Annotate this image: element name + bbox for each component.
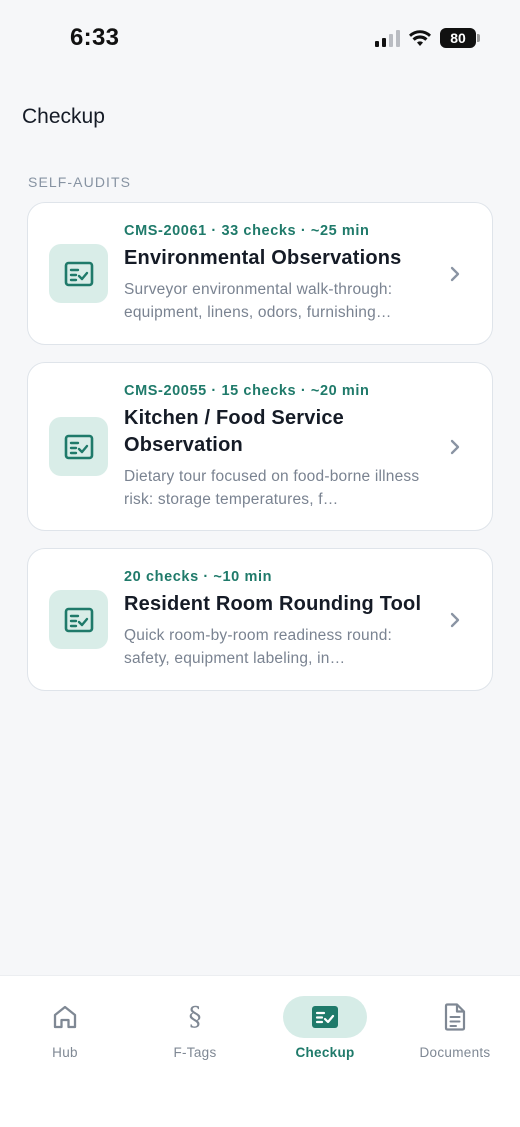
chevron-right-icon	[450, 266, 460, 281]
audit-card-resident-room[interactable]: 20 checks · ~10 min Resident Room Roundi…	[27, 548, 493, 691]
section-sign-icon: §	[188, 1002, 202, 1032]
status-icons: 80	[375, 28, 480, 48]
document-icon	[444, 1003, 466, 1031]
bottom-nav: Hub § F-Tags Checkup Documents	[0, 975, 520, 1127]
status-bar: 6:33 80	[0, 0, 520, 80]
wifi-icon	[409, 30, 431, 46]
audit-card-environmental[interactable]: CMS-20061 · 33 checks · ~25 min Environm…	[27, 202, 493, 345]
audit-meta: CMS-20061 · 33 checks · ~25 min	[124, 223, 370, 239]
nav-item-hub[interactable]: Hub	[10, 996, 120, 1060]
nav-item-ftags[interactable]: § F-Tags	[140, 996, 250, 1060]
page-title: Checkup	[22, 105, 105, 128]
checklist-icon	[49, 590, 108, 649]
nav-pill	[283, 996, 367, 1038]
nav-label: F-Tags	[173, 1045, 217, 1060]
checklist-icon	[49, 244, 108, 303]
audit-description: Dietary tour focused on food-borne illne…	[124, 467, 420, 508]
nav-pill: §	[153, 996, 237, 1038]
chevron-right-icon	[450, 612, 460, 627]
chevron-right-icon	[450, 439, 460, 454]
section-label: SELF-AUDITS	[28, 174, 132, 190]
audit-card-kitchen[interactable]: CMS-20055 · 15 checks · ~20 min Kitchen …	[27, 362, 493, 531]
home-icon	[53, 1005, 77, 1029]
battery-level: 80	[450, 30, 466, 46]
nav-label: Checkup	[295, 1045, 355, 1060]
audit-title: Kitchen / Food Service Observation	[124, 406, 345, 456]
audit-meta: 20 checks · ~10 min	[124, 569, 273, 585]
audit-meta: CMS-20055 · 15 checks · ~20 min	[124, 382, 370, 399]
battery-icon: 80	[440, 28, 480, 48]
audit-card-body: 20 checks · ~10 min Resident Room Roundi…	[124, 569, 434, 670]
nav-label: Documents	[419, 1045, 491, 1060]
audit-description: Quick room-by-room readiness round: safe…	[124, 627, 393, 667]
audit-card-body: CMS-20055 · 15 checks · ~20 min Kitchen …	[124, 383, 434, 511]
nav-label: Hub	[52, 1045, 78, 1060]
audit-description: Surveyor environmental walk-through: equ…	[124, 281, 393, 321]
nav-item-documents[interactable]: Documents	[400, 996, 510, 1060]
nav-item-checkup[interactable]: Checkup	[270, 996, 380, 1060]
status-time: 6:33	[70, 24, 120, 51]
nav-pill	[23, 996, 107, 1038]
signal-icon	[375, 29, 400, 47]
audit-title: Environmental Observations	[124, 247, 402, 269]
checklist-icon	[49, 417, 108, 476]
audit-card-body: CMS-20061 · 33 checks · ~25 min Environm…	[124, 223, 434, 324]
audit-title: Resident Room Rounding Tool	[124, 593, 422, 615]
checklist-icon	[312, 1006, 338, 1028]
nav-pill	[413, 996, 497, 1038]
